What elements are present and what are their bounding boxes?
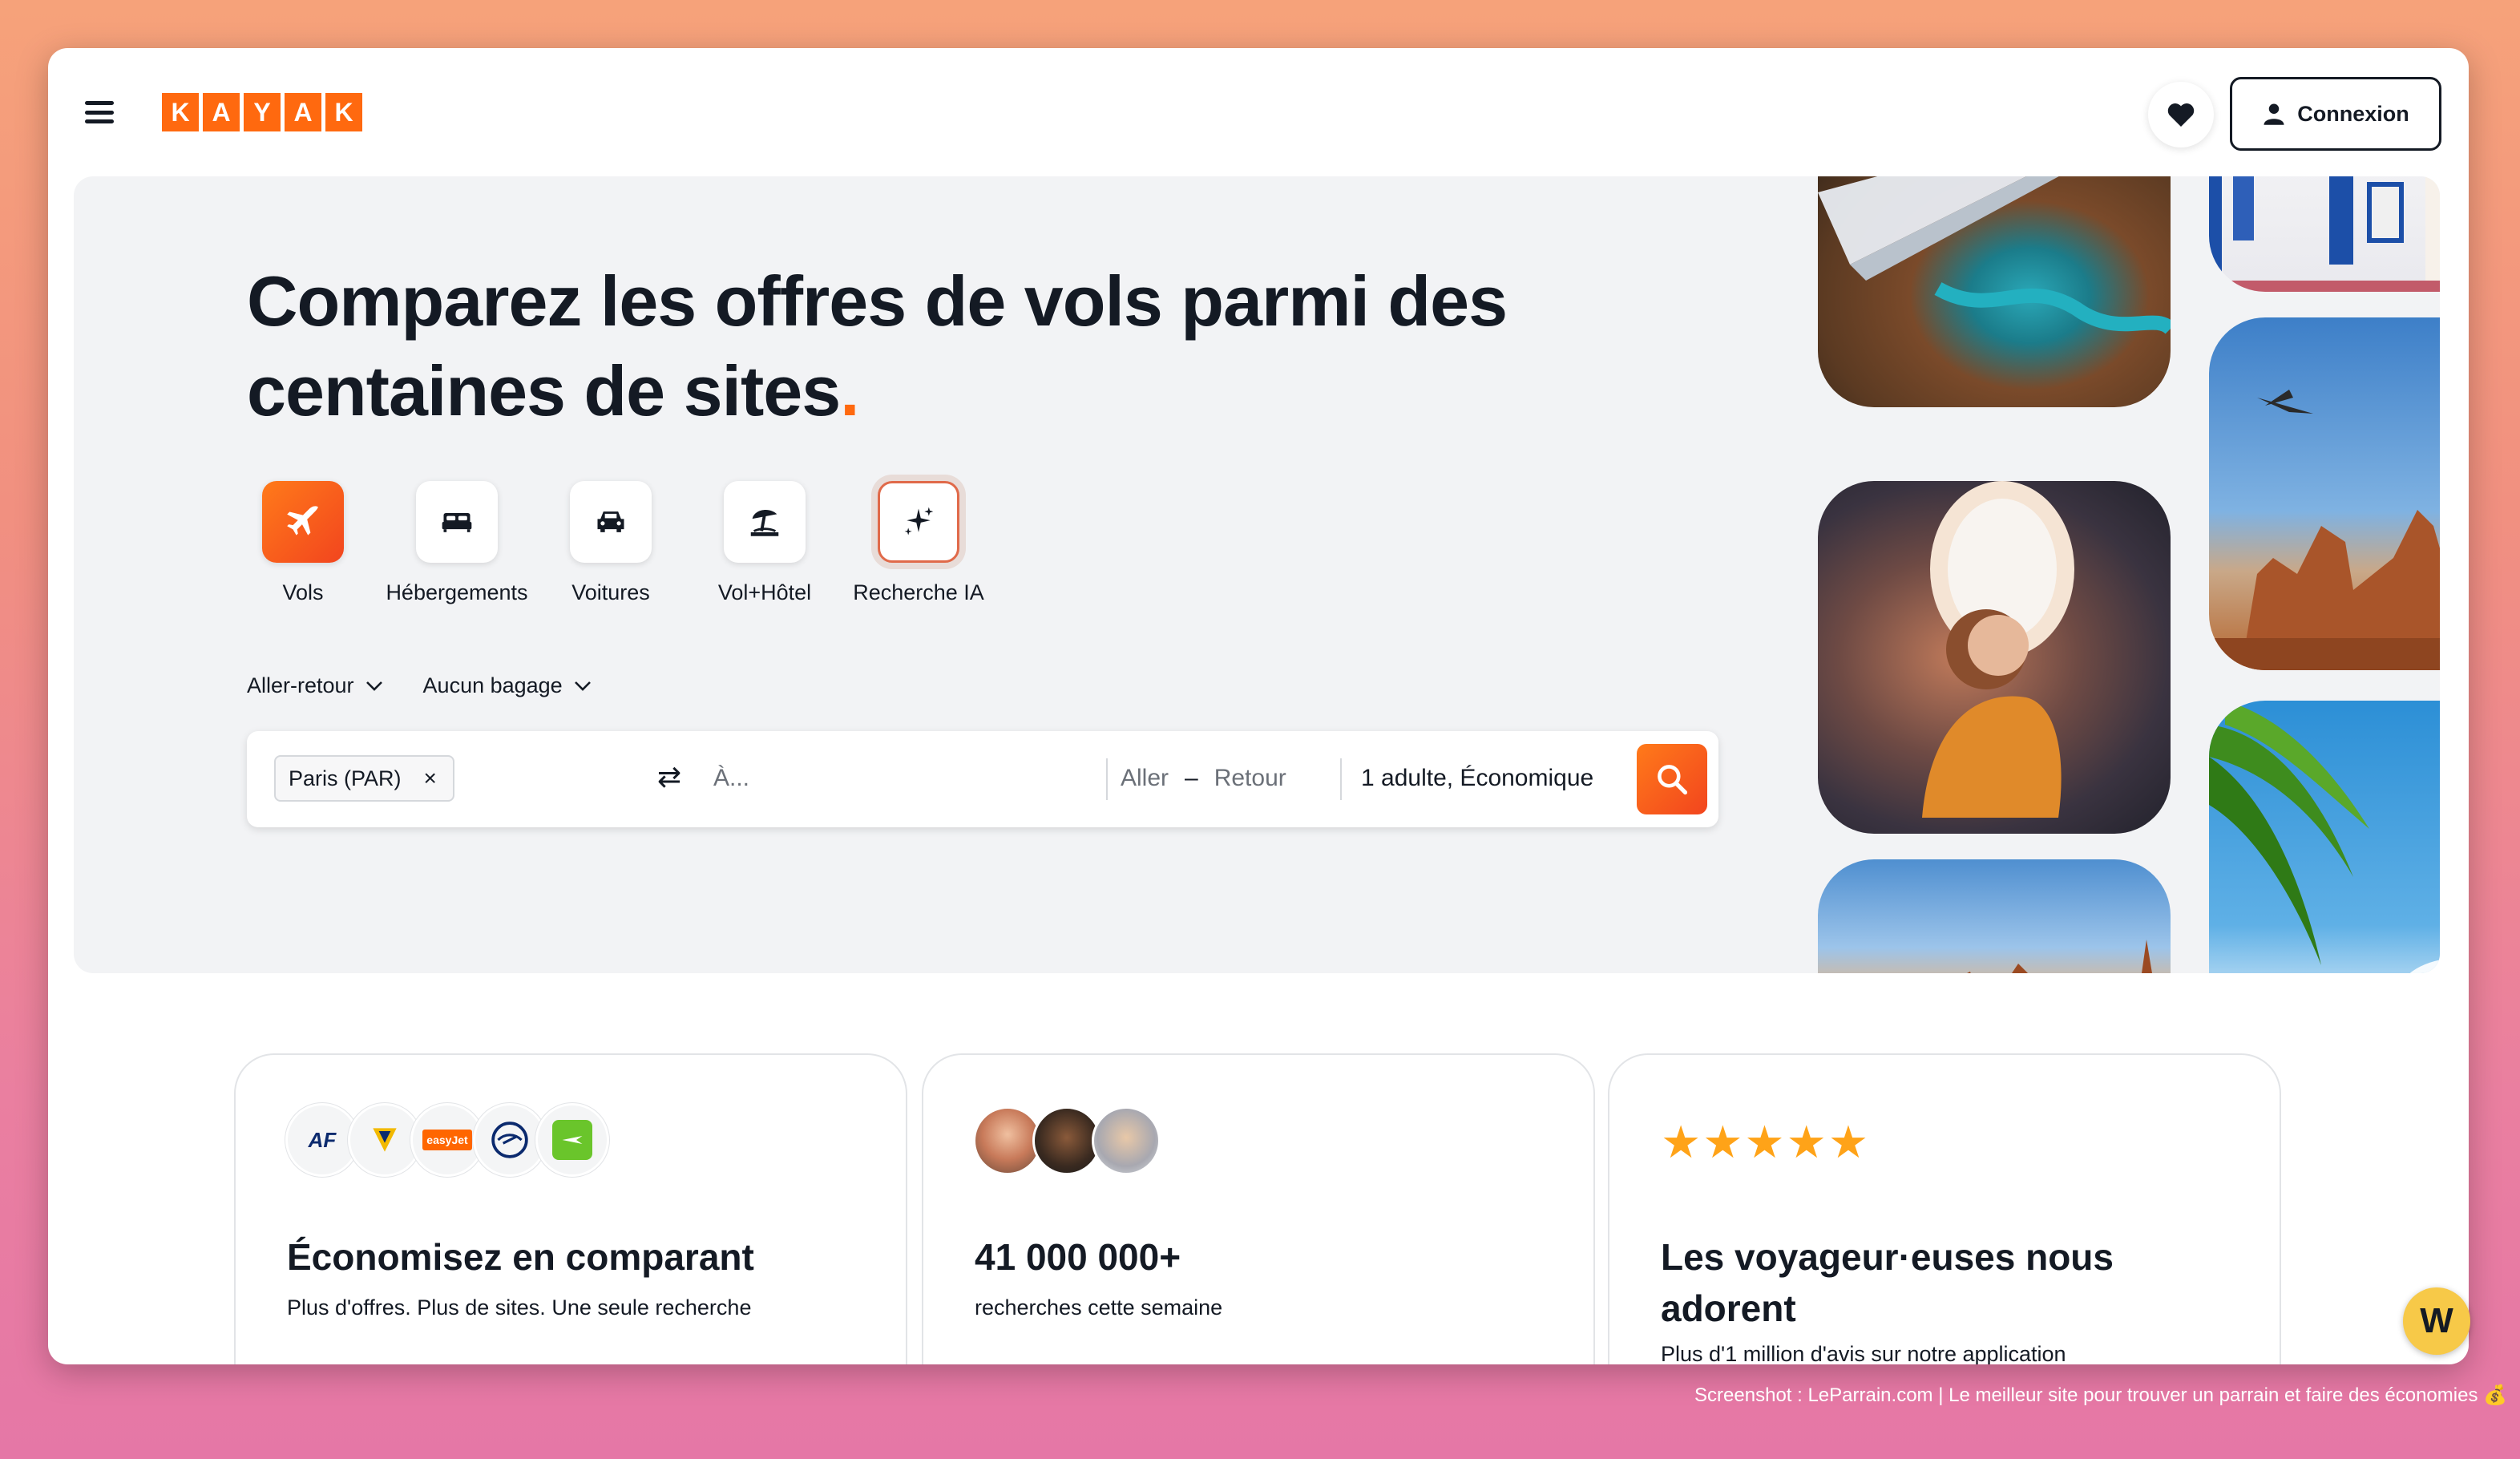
- divider: [1340, 758, 1342, 800]
- return-date-input[interactable]: Retour: [1214, 765, 1286, 792]
- card-title: Économisez en comparant: [287, 1236, 754, 1278]
- sparkles-icon: [878, 481, 959, 563]
- tab-hebergements[interactable]: Hébergements: [380, 481, 534, 605]
- kayak-logo[interactable]: K A Y A K: [162, 93, 362, 131]
- hamburger-menu-icon[interactable]: [80, 96, 119, 128]
- logo-letter: K: [162, 93, 199, 131]
- chevron-down-icon: [365, 681, 382, 691]
- site-header: K A Y A K Connexion: [48, 48, 2469, 176]
- connexion-button[interactable]: Connexion: [2230, 77, 2441, 151]
- desert-rocks-plane-photo: [2209, 317, 2440, 670]
- logo-letter: K: [325, 93, 362, 131]
- card-title: 41 000 000+: [975, 1236, 1181, 1278]
- baggage-label: Aucun bagage: [422, 673, 563, 697]
- date-field[interactable]: Aller – Retour: [1121, 765, 1286, 792]
- date-separator: –: [1185, 765, 1198, 791]
- heart-icon: [2167, 103, 2195, 127]
- baggage-dropdown[interactable]: Aucun bagage: [423, 673, 592, 698]
- tab-label: Recherche IA: [853, 580, 984, 604]
- af-text: AF: [308, 1127, 337, 1152]
- trip-type-dropdown[interactable]: Aller-retour: [247, 673, 383, 698]
- avatar: [1092, 1106, 1161, 1175]
- depart-date-input[interactable]: Aller: [1121, 765, 1169, 792]
- category-tabs: Vols Hébergements Voitures Vol+Hôtel Rec…: [226, 481, 995, 605]
- title-dot: .: [840, 351, 859, 430]
- tab-voitures[interactable]: Voitures: [534, 481, 688, 605]
- searches-card: 41 000 000+ recherches cette semaine: [922, 1053, 1595, 1364]
- card-subtitle: Plus d'1 million d'avis sur notre applic…: [1661, 1342, 2066, 1364]
- page-title: Comparez les offres de vols parmi des ce…: [247, 257, 1625, 436]
- favorites-button[interactable]: [2148, 82, 2214, 148]
- tab-label: Vol+Hôtel: [717, 580, 812, 604]
- search-button[interactable]: [1637, 744, 1707, 814]
- divider: [1106, 758, 1108, 800]
- plane-icon: [262, 481, 344, 563]
- beach-umbrella-icon: [724, 481, 806, 563]
- car-icon: [570, 481, 652, 563]
- screenshot-credit: Screenshot : LeParrain.com | Le meilleur…: [1694, 1384, 2507, 1406]
- transavia-logo: [535, 1103, 609, 1177]
- airline-logos: AF easyJet: [285, 1103, 609, 1177]
- title-text: Comparez les offres de vols parmi des ce…: [247, 261, 1508, 430]
- origin-value: Paris (PAR): [289, 766, 402, 790]
- flight-search-bar: Paris (PAR) × ⇄ À... Aller – Retour 1 ad…: [247, 731, 1718, 827]
- wizz-badge[interactable]: W: [2403, 1287, 2470, 1355]
- compare-card: AF easyJet Économisez en comparant Plus …: [234, 1053, 907, 1364]
- search-options: Aller-retour Aucun bagage: [247, 673, 592, 698]
- card-subtitle: recherches cette semaine: [975, 1295, 1223, 1320]
- tab-label: Hébergements: [386, 580, 528, 604]
- airplane-wing-canyon-photo: [1818, 176, 2171, 407]
- trip-type-label: Aller-retour: [247, 673, 354, 697]
- tab-label: Vols: [282, 580, 324, 604]
- tab-vols[interactable]: Vols: [226, 481, 380, 605]
- tab-vol-hotel[interactable]: Vol+Hôtel: [688, 481, 842, 605]
- passengers-selector[interactable]: 1 adulte, Économique: [1361, 765, 1593, 792]
- logo-letter: A: [285, 93, 321, 131]
- browser-window: K A Y A K Connexion Comparez les offres …: [48, 48, 2469, 1364]
- destination-input[interactable]: À...: [713, 765, 749, 792]
- user-icon: [2264, 103, 2284, 125]
- swap-icon[interactable]: ⇄: [657, 760, 681, 794]
- bed-icon: [416, 481, 498, 563]
- logo-letter: A: [203, 93, 240, 131]
- user-avatars: [973, 1106, 1161, 1175]
- search-icon: [1658, 765, 1688, 795]
- tab-label: Voitures: [571, 580, 650, 604]
- close-icon[interactable]: ×: [424, 766, 437, 791]
- chevron-down-icon: [574, 681, 591, 691]
- card-subtitle: Plus d'offres. Plus de sites. Une seule …: [287, 1295, 752, 1320]
- star-rating: ★★★★★: [1661, 1117, 1871, 1167]
- origin-chip[interactable]: Paris (PAR) ×: [274, 755, 454, 802]
- card-title: Les voyageur·euses nous adorent: [1661, 1236, 2114, 1329]
- badge-letter: W: [2420, 1301, 2453, 1340]
- hero-section: Comparez les offres de vols parmi des ce…: [74, 176, 2440, 973]
- child-window-plane-photo: [1818, 481, 2171, 834]
- tab-recherche-ia[interactable]: Recherche IA: [842, 481, 995, 605]
- easyjet-text: easyJet: [422, 1130, 472, 1150]
- logo-letter: Y: [244, 93, 281, 131]
- connexion-label: Connexion: [2297, 101, 2409, 126]
- palm-tree-photo: [2209, 701, 2440, 973]
- white-blue-houses-photo: [2209, 176, 2440, 292]
- reviews-card: ★★★★★ Les voyageur·euses nous adorent Pl…: [1608, 1053, 2281, 1364]
- desert-buttes-photo: [1818, 859, 2171, 973]
